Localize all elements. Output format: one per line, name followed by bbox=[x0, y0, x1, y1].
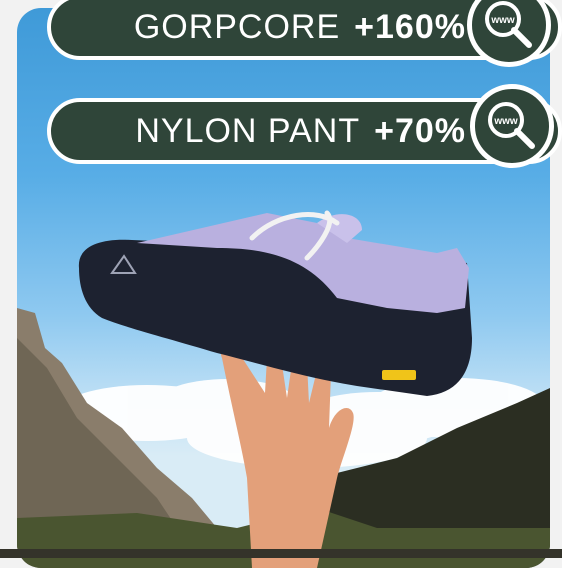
search-www-icon: www bbox=[485, 1, 532, 48]
trend-change: +160% bbox=[354, 7, 466, 46]
hiking-shoe-photo bbox=[17, 210, 550, 568]
trend-change: +70% bbox=[374, 111, 466, 150]
bottom-caption-strip bbox=[0, 549, 562, 558]
trend-term: NYLON PANT bbox=[135, 111, 361, 150]
svg-text:www: www bbox=[493, 116, 518, 127]
product-photo-card bbox=[17, 8, 550, 568]
svg-text:www: www bbox=[490, 15, 515, 26]
trend-term: GORPCORE bbox=[133, 7, 341, 46]
search-www-icon: www bbox=[488, 102, 535, 149]
search-www-button[interactable]: www bbox=[470, 84, 554, 168]
